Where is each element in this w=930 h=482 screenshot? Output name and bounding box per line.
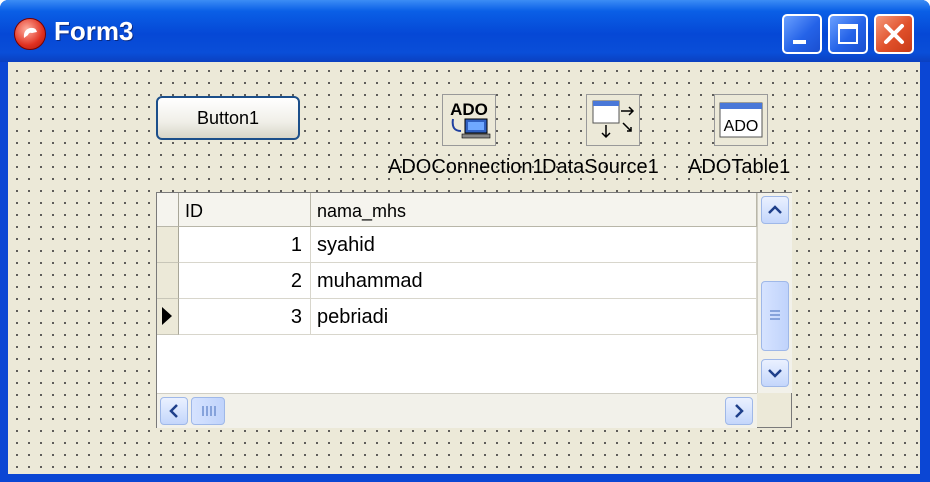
cell-id[interactable]: 2 (179, 263, 311, 299)
app-icon[interactable] (14, 18, 46, 50)
ado-connection-component[interactable]: ADO (442, 94, 496, 146)
chevron-right-icon (735, 404, 744, 418)
svg-text:ADO: ADO (450, 100, 488, 119)
maximize-button[interactable] (828, 14, 868, 54)
datasource-label: DataSource1 (542, 156, 659, 178)
vertical-scroll-thumb[interactable] (761, 281, 789, 351)
column-header-id[interactable]: ID (179, 193, 311, 227)
scrollbar-corner (757, 393, 791, 427)
form-client-area[interactable]: Button1 ADO ADOConnection1 DataSource1 A… (8, 62, 920, 474)
title-bar[interactable]: Form3 (0, 0, 930, 62)
cell-nama-mhs[interactable]: pebriadi (311, 299, 757, 335)
ado-table-label: ADOTable1 (688, 156, 791, 178)
horizontal-scrollbar[interactable] (157, 393, 757, 428)
button1[interactable]: Button1 (156, 96, 300, 140)
svg-text:ADO: ADO (724, 118, 759, 135)
cell-nama-mhs[interactable]: syahid (311, 227, 757, 263)
ado-connection-icon: ADO (450, 100, 491, 139)
horizontal-scroll-thumb[interactable] (191, 397, 225, 425)
grip-icon (770, 310, 780, 320)
vertical-scrollbar[interactable] (757, 193, 792, 393)
datasource-icon (592, 100, 635, 139)
close-button[interactable] (874, 14, 914, 54)
scroll-right-button[interactable] (725, 397, 753, 425)
cell-id[interactable]: 1 (179, 227, 311, 263)
row-indicator[interactable] (157, 263, 179, 299)
minimize-icon (793, 40, 806, 44)
row-indicator-current[interactable] (157, 299, 179, 335)
chevron-up-icon (768, 205, 782, 214)
form-window: Form3 Button1 ADO ADOConnection1 DataSou… (0, 0, 930, 482)
close-icon (884, 24, 904, 44)
window-title: Form3 (54, 16, 134, 46)
cell-nama-mhs[interactable]: muhammad (311, 263, 757, 299)
grid-corner-indicator (157, 193, 179, 227)
ado-connection-label: ADOConnection1 (388, 156, 544, 178)
chevron-down-icon (768, 369, 782, 378)
maximize-icon (838, 24, 858, 44)
grip-icon (202, 406, 216, 416)
chevron-left-icon (169, 404, 178, 418)
ado-table-component[interactable]: ADO (714, 94, 768, 146)
scroll-down-button[interactable] (761, 359, 789, 387)
current-row-arrow-icon (162, 307, 172, 325)
scroll-up-button[interactable] (761, 196, 789, 224)
row-indicator[interactable] (157, 227, 179, 263)
dbgrid[interactable]: ID nama_mhs 1 syahid 2 muhammad 3 pebria… (156, 192, 792, 428)
minimize-button[interactable] (782, 14, 822, 54)
ado-table-icon: ADO (719, 102, 763, 138)
column-header-nama-mhs[interactable]: nama_mhs (311, 193, 757, 227)
cell-id[interactable]: 3 (179, 299, 311, 335)
datasource-component[interactable] (586, 94, 640, 146)
scroll-left-button[interactable] (160, 397, 188, 425)
